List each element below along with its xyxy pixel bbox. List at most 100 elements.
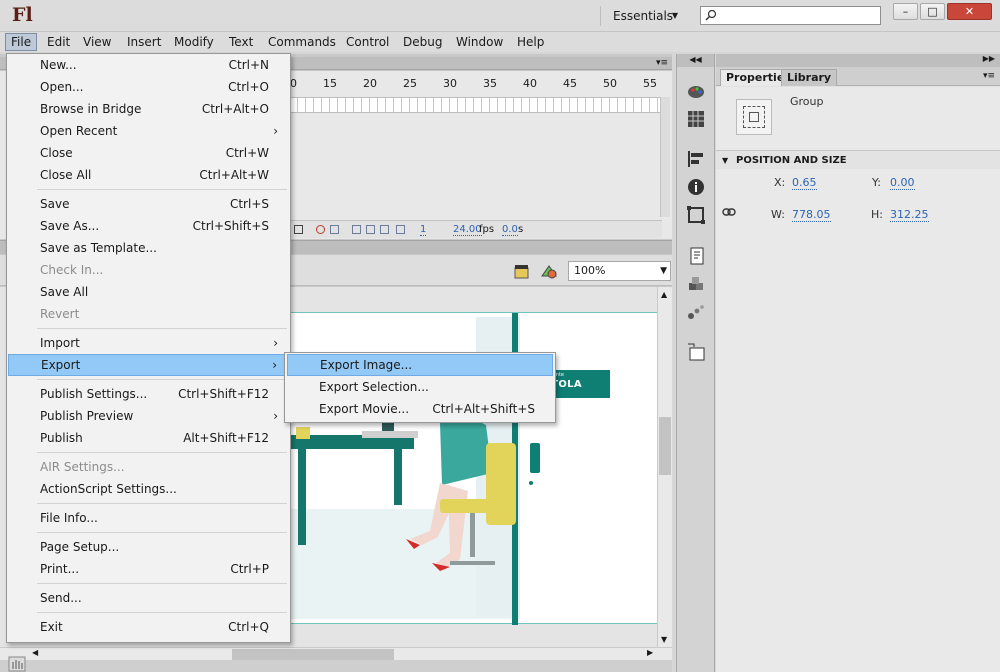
- menu-item-label: File Info...: [40, 511, 98, 525]
- submenu-item-export-movie[interactable]: Export Movie... Ctrl+Alt+Shift+S: [287, 398, 553, 420]
- onion-skin-icon[interactable]: [316, 225, 325, 234]
- motion-presets-icon[interactable]: [686, 302, 706, 322]
- menu-help[interactable]: Help: [512, 33, 549, 51]
- x-field[interactable]: 0.65: [792, 176, 817, 190]
- menu-item-print[interactable]: Print... Ctrl+P: [8, 558, 289, 580]
- menu-item-import[interactable]: Import ›: [8, 332, 289, 354]
- menu-edit[interactable]: Edit: [42, 33, 75, 51]
- submenu-item-export-image[interactable]: Export Image...: [287, 354, 553, 376]
- edit-symbols-icon[interactable]: [540, 263, 558, 279]
- menu-item-send[interactable]: Send...: [8, 587, 289, 609]
- fps-label: fps: [479, 224, 495, 235]
- scroll-right-icon[interactable]: ▶: [647, 648, 653, 657]
- center-frame-icon[interactable]: [396, 225, 405, 234]
- zoom-select[interactable]: 100% ▼: [568, 261, 671, 281]
- onion-outlines-icon[interactable]: [352, 225, 361, 234]
- close-window-button[interactable]: ✕: [947, 3, 992, 20]
- stage-horizontal-scrollbar[interactable]: ◀ ▶: [0, 647, 672, 660]
- menu-modify[interactable]: Modify: [169, 33, 219, 51]
- menu-item-publish-settings[interactable]: Publish Settings... Ctrl+Shift+F12: [8, 383, 289, 405]
- menu-item-revert: Revert: [8, 303, 289, 325]
- maximize-button[interactable]: □: [920, 3, 945, 20]
- edit-multiple-frames-icon[interactable]: [366, 225, 375, 234]
- menu-item-label: Open Recent: [40, 124, 118, 138]
- flash-logo: Fl: [12, 4, 33, 26]
- swatches-icon[interactable]: [686, 109, 706, 129]
- menu-item-new[interactable]: New... Ctrl+N: [8, 54, 289, 76]
- menu-item-actionscript-settings[interactable]: ActionScript Settings...: [8, 478, 289, 500]
- instance-type-label: Group: [790, 95, 824, 108]
- minimize-button[interactable]: –: [893, 3, 918, 20]
- group-symbol-icon: [736, 99, 772, 135]
- menu-item-browse-in-bridge[interactable]: Browse in Bridge Ctrl+Alt+O: [8, 98, 289, 120]
- menu-item-file-info[interactable]: File Info...: [8, 507, 289, 529]
- transform-icon[interactable]: [686, 205, 706, 225]
- help-search-box[interactable]: [700, 6, 881, 25]
- menu-item-open[interactable]: Open... Ctrl+O: [8, 76, 289, 98]
- menu-item-save-as[interactable]: Save As... Ctrl+Shift+S: [8, 215, 289, 237]
- scroll-up-icon[interactable]: ▲: [661, 290, 667, 299]
- hand-tool-icon[interactable]: [8, 656, 26, 672]
- h-field[interactable]: 312.25: [890, 208, 929, 222]
- menu-item-save-as-template[interactable]: Save as Template...: [8, 237, 289, 259]
- scrollbar-thumb[interactable]: [232, 649, 394, 660]
- menu-item-publish-preview[interactable]: Publish Preview ›: [8, 405, 289, 427]
- zoom-value: 100%: [574, 264, 606, 277]
- workspace-switcher[interactable]: Essentials ▼: [600, 6, 684, 26]
- constrain-link-icon[interactable]: [722, 208, 736, 216]
- scroll-to-playhead-icon[interactable]: [294, 225, 303, 234]
- scroll-left-icon[interactable]: ◀: [32, 648, 38, 657]
- menu-item-save-all[interactable]: Save All: [8, 281, 289, 303]
- menu-item-close[interactable]: Close Ctrl+W: [8, 142, 289, 164]
- y-field[interactable]: 0.00: [890, 176, 915, 190]
- scrollbar-thumb[interactable]: [659, 417, 671, 475]
- menu-control[interactable]: Control: [341, 33, 394, 51]
- shortcut-label: Ctrl+N: [228, 58, 269, 72]
- color-icon[interactable]: [686, 81, 706, 101]
- align-icon[interactable]: [686, 149, 706, 169]
- submenu-item-export-selection[interactable]: Export Selection...: [287, 376, 553, 398]
- menu-view[interactable]: View: [78, 33, 116, 51]
- elapsed-time-value[interactable]: 0.0: [502, 224, 518, 236]
- help-search-input[interactable]: [723, 7, 873, 24]
- menu-debug[interactable]: Debug: [398, 33, 447, 51]
- shortcut-label: Ctrl+Shift+S: [192, 219, 269, 233]
- tab-library[interactable]: Library: [781, 69, 838, 86]
- menu-item-page-setup[interactable]: Page Setup...: [8, 536, 289, 558]
- menu-item-publish[interactable]: Publish Alt+Shift+F12: [8, 427, 289, 449]
- scene-icon[interactable]: [686, 342, 706, 362]
- edit-scene-icon[interactable]: [514, 263, 532, 279]
- menu-item-open-recent[interactable]: Open Recent ›: [8, 120, 289, 142]
- shortcut-label: Ctrl+Q: [228, 620, 269, 634]
- stage-vertical-scrollbar[interactable]: ▲ ▼: [657, 287, 672, 647]
- frame-cells[interactable]: [290, 97, 660, 113]
- fps-value[interactable]: 24.00: [453, 224, 482, 236]
- properties-panel: ▶▶ Properties Library ▾≡ Group ▼ POSITIO…: [716, 54, 1000, 672]
- menu-commands[interactable]: Commands: [263, 33, 341, 51]
- position-size-section[interactable]: ▼ POSITION AND SIZE: [716, 150, 1000, 169]
- frame-number: 55: [643, 77, 657, 90]
- menu-item-save[interactable]: Save Ctrl+S: [8, 193, 289, 215]
- current-frame-value[interactable]: 1: [420, 224, 427, 236]
- panel-options-icon[interactable]: ▾≡: [656, 57, 668, 69]
- collapse-panel-icon[interactable]: ▶▶: [983, 54, 995, 63]
- menu-insert[interactable]: Insert: [122, 33, 166, 51]
- menu-item-close-all[interactable]: Close All Ctrl+Alt+W: [8, 164, 289, 186]
- info-icon[interactable]: [686, 177, 706, 197]
- menu-item-label: Publish: [40, 431, 83, 445]
- panel-options-icon[interactable]: ▾≡: [983, 71, 995, 81]
- modify-onion-markers-icon[interactable]: [380, 225, 389, 234]
- menu-file[interactable]: File: [5, 33, 38, 51]
- menu-text[interactable]: Text: [224, 33, 258, 51]
- components-icon[interactable]: [686, 274, 706, 294]
- chevron-down-icon: ▼: [660, 266, 667, 276]
- menu-item-exit[interactable]: Exit Ctrl+Q: [8, 616, 289, 638]
- menu-window[interactable]: Window: [451, 33, 508, 51]
- code-snippets-icon[interactable]: [686, 246, 706, 266]
- scroll-down-icon[interactable]: ▼: [661, 635, 667, 644]
- timeline-scrollbar[interactable]: [660, 97, 670, 217]
- menu-item-export[interactable]: Export ›: [8, 354, 289, 376]
- loop-icon[interactable]: [330, 225, 339, 234]
- collapse-panels-icon[interactable]: ◀◀: [677, 54, 714, 67]
- w-field[interactable]: 778.05: [792, 208, 831, 222]
